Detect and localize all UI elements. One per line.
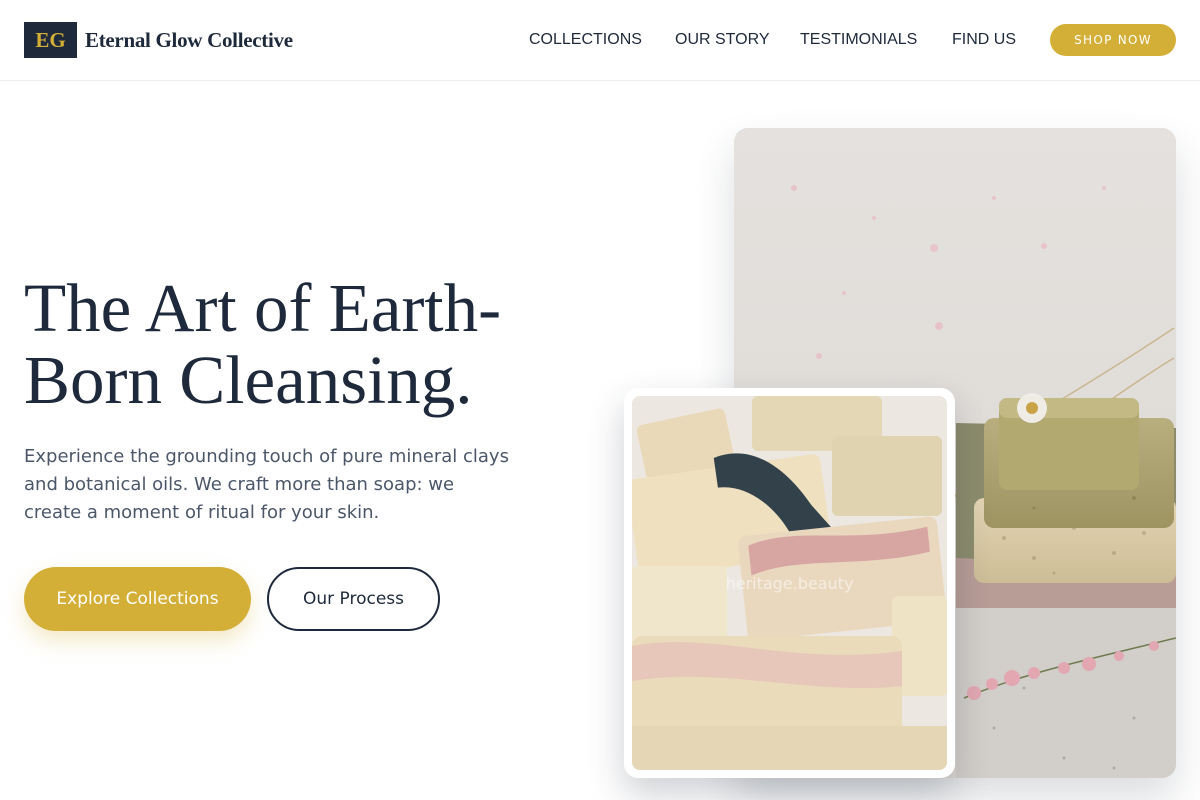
site-header: EG Eternal Glow Collective COLLECTIONS O…	[0, 0, 1200, 81]
brand-logo[interactable]: EG Eternal Glow Collective	[24, 22, 293, 58]
nav-item-our-story[interactable]: OUR STORY	[675, 31, 770, 49]
hero-subtext-line-2: and botanical oils. We craft more than s…	[24, 474, 455, 495]
hero-headline-line-2: Born Cleansing.	[24, 342, 473, 418]
explore-collections-button[interactable]: Explore Collections	[24, 567, 251, 631]
nav-item-collections[interactable]: COLLECTIONS	[529, 31, 642, 49]
shop-now-button[interactable]: SHOP NOW	[1050, 24, 1176, 56]
hero-headline-line-1: The Art of Earth-	[24, 270, 502, 346]
nav-item-find-us[interactable]: FIND US	[952, 31, 1016, 49]
hero-subtext-line-1: Experience the grounding touch of pure m…	[24, 446, 509, 467]
inset-image-soap-bars: heritage.beauty	[632, 396, 947, 770]
inset-image-frame: heritage.beauty	[624, 388, 955, 778]
daisy-flower	[1017, 393, 1047, 423]
hero-subtext: Experience the grounding touch of pure m…	[24, 443, 544, 527]
nav-item-testimonials[interactable]: TESTIMONIALS	[800, 31, 917, 49]
our-process-button[interactable]: Our Process	[267, 567, 440, 631]
brand-name: Eternal Glow Collective	[85, 27, 293, 52]
hero-subtext-line-3: create a moment of ritual for your skin.	[24, 502, 380, 523]
image-watermark: heritage.beauty	[725, 574, 854, 593]
logo-mark: EG	[24, 22, 77, 58]
hero-headline: The Art of Earth- Born Cleansing.	[24, 272, 584, 416]
